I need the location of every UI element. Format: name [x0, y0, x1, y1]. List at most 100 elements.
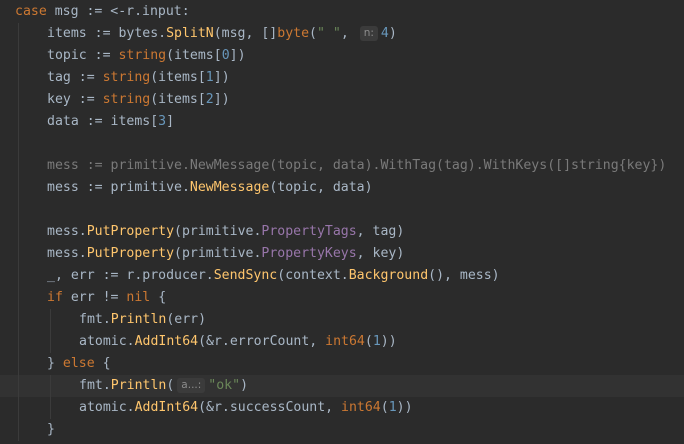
code-token: ]) — [229, 48, 246, 63]
code-line[interactable]: tag := string(items[1]) — [0, 67, 684, 89]
code-token: ) — [388, 26, 397, 41]
code-line[interactable]: mess.PutProperty(primitive.PropertyKeys,… — [0, 243, 684, 265]
code-token: topic := — [47, 48, 119, 63]
code-line[interactable] — [0, 133, 684, 155]
code-line[interactable]: mess := primitive.NewMessage(topic, data… — [0, 177, 684, 199]
code-line[interactable]: topic := string(items[0]) — [0, 45, 684, 67]
code-line[interactable]: key := string(items[2]) — [0, 89, 684, 111]
code-token: (items[ — [150, 70, 206, 85]
code-token: 1 — [388, 400, 397, 415]
indent-guide — [18, 67, 19, 89]
indent-guide — [50, 397, 51, 419]
code-token: PropertyTags — [261, 224, 357, 239]
indent-guide — [18, 265, 19, 287]
code-token: case — [15, 4, 47, 19]
code-token: tag := — [47, 70, 103, 85]
code-text: } else { — [47, 353, 111, 375]
code-line[interactable]: atomic.AddInt64(&r.errorCount, int64(1)) — [0, 331, 684, 353]
code-token: NewMessage — [189, 180, 270, 195]
code-token: SendSync — [213, 268, 278, 283]
code-line[interactable]: fmt.Println(a...: "ok") — [0, 375, 684, 397]
indent-guide — [18, 419, 19, 441]
code-token: Println — [110, 312, 167, 327]
code-text: _, err := r.producer.SendSync(context.Ba… — [47, 265, 500, 287]
indent-guide — [18, 23, 19, 45]
code-token: if — [47, 290, 63, 305]
code-line[interactable]: mess.PutProperty(primitive.PropertyTags,… — [0, 221, 684, 243]
indent-guide — [18, 309, 19, 331]
code-text: key := string(items[2]) — [47, 89, 230, 111]
indent-guide — [18, 155, 19, 177]
code-text: if err != nil { — [47, 287, 166, 309]
code-text: atomic.AddInt64(&r.errorCount, int64(1)) — [79, 331, 397, 353]
indent-guide — [50, 375, 51, 397]
indent-guide — [18, 133, 19, 155]
code-token: fmt. — [79, 378, 111, 393]
code-line[interactable]: } — [0, 419, 684, 441]
code-text: mess.PutProperty(primitive.PropertyKeys,… — [47, 243, 404, 265]
indent-guide — [18, 45, 19, 67]
code-token: atomic. — [79, 334, 135, 349]
code-token: AddInt64 — [134, 400, 199, 415]
code-text: mess := primitive.NewMessage(topic, data… — [47, 177, 373, 199]
code-text: atomic.AddInt64(&r.successCount, int64(1… — [79, 397, 413, 419]
code-token: mess. — [47, 246, 87, 261]
code-token: } — [47, 422, 55, 437]
code-token: (msg, [] — [213, 26, 278, 41]
code-editor[interactable]: case msg := <-r.input: items := bytes.Spl… — [0, 0, 684, 444]
indent-guide — [18, 199, 19, 221]
code-token: ] — [166, 114, 175, 129]
code-token: int64 — [341, 400, 381, 415]
indent-guide — [18, 287, 19, 309]
code-line[interactable]: atomic.AddInt64(&r.successCount, int64(1… — [0, 397, 684, 419]
code-text: data := items[3] — [47, 111, 174, 133]
code-token: { — [94, 356, 111, 371]
code-line[interactable]: items := bytes.SplitN(msg, []byte(" ", n… — [0, 23, 684, 45]
code-token: AddInt64 — [134, 334, 199, 349]
code-token: ( — [309, 26, 317, 41]
code-token: } — [47, 356, 63, 371]
indent-guide — [18, 331, 19, 353]
code-token: 2 — [205, 92, 214, 107]
indent-guide — [18, 353, 19, 375]
code-token: "ok" — [208, 378, 241, 393]
indent-guide — [50, 331, 51, 353]
code-token: ( — [166, 378, 175, 393]
indent-guide — [18, 375, 19, 397]
code-text: mess.PutProperty(primitive.PropertyTags,… — [47, 221, 404, 243]
code-token: PropertyKeys — [261, 246, 357, 261]
code-line[interactable]: mess := primitive.NewMessage(topic, data… — [0, 155, 684, 177]
code-token: ]) — [213, 70, 230, 85]
code-token: PutProperty — [86, 246, 175, 261]
code-line[interactable] — [0, 199, 684, 221]
code-token: (err) — [166, 312, 207, 327]
code-token: int64 — [325, 334, 365, 349]
code-token: err != — [62, 290, 127, 305]
code-line[interactable]: } else { — [0, 353, 684, 375]
code-token: (items[ — [150, 92, 206, 107]
indent-guide — [50, 309, 51, 331]
code-text: topic := string(items[0]) — [47, 45, 246, 67]
code-token: , tag) — [356, 224, 405, 239]
code-token: Println — [110, 378, 167, 393]
code-token: else — [62, 356, 95, 371]
code-text: case msg := <-r.input: — [15, 1, 190, 23]
code-token: nil — [126, 290, 151, 305]
code-token: byte — [277, 26, 310, 41]
code-line[interactable]: case msg := <-r.input: — [0, 1, 684, 23]
code-text: tag := string(items[1]) — [47, 67, 230, 89]
code-line[interactable]: if err != nil { — [0, 287, 684, 309]
code-token: 3 — [158, 114, 167, 129]
code-token: _, err := r.producer. — [47, 268, 214, 283]
code-token: )) — [380, 334, 397, 349]
code-line[interactable]: data := items[3] — [0, 111, 684, 133]
code-token: ( — [380, 400, 389, 415]
code-text: items := bytes.SplitN(msg, []byte(" ", n… — [47, 23, 397, 45]
code-line[interactable]: fmt.Println(err) — [0, 309, 684, 331]
code-line[interactable]: _, err := r.producer.SendSync(context.Ba… — [0, 265, 684, 287]
code-token: (items[ — [166, 48, 222, 63]
code-token: 1 — [205, 70, 214, 85]
code-token: (context. — [277, 268, 349, 283]
code-token: , key) — [356, 246, 405, 261]
code-text: fmt.Println(err) — [79, 309, 206, 331]
